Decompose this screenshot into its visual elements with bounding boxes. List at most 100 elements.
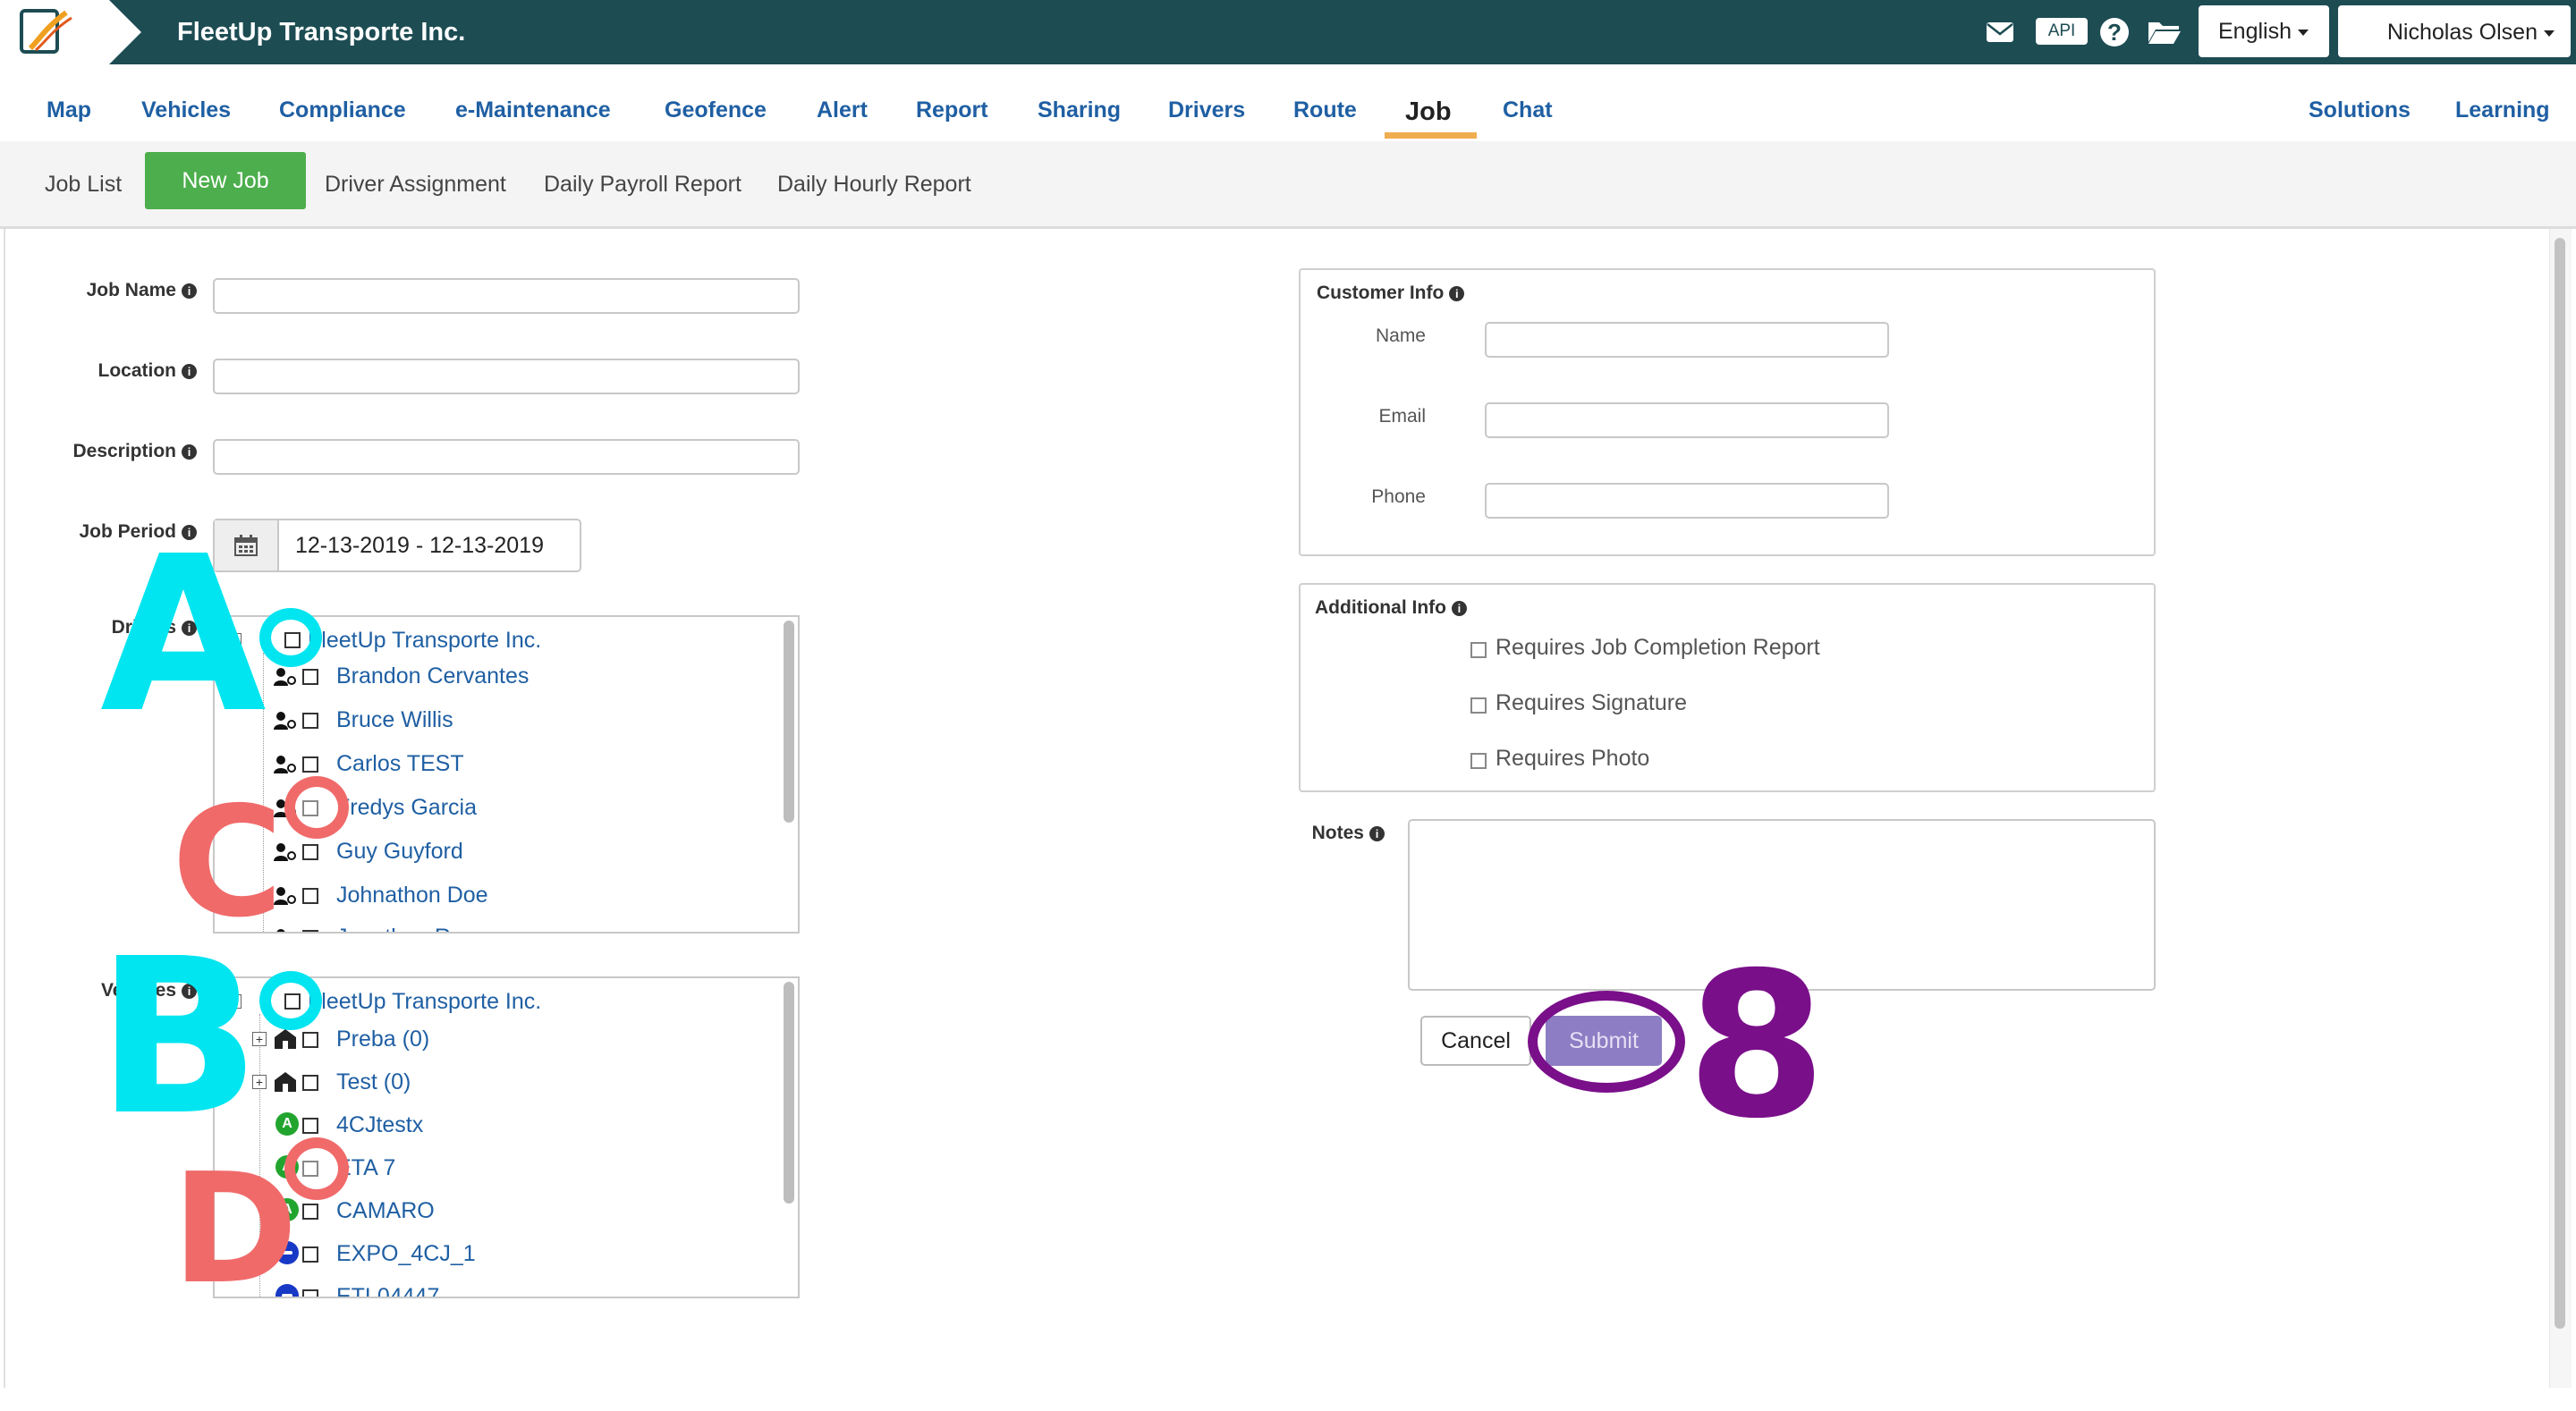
job-name-input[interactable] [213, 278, 800, 314]
vehicle-group-name[interactable]: Test (0) [336, 1062, 411, 1102]
annotation-ring-a [259, 608, 322, 667]
drivers-root-label[interactable]: FleetUp Transporte Inc. [308, 621, 541, 660]
annotation-letter-a: A [100, 510, 267, 760]
vehicle-checkbox[interactable] [302, 1204, 318, 1220]
driver-checkbox[interactable] [302, 888, 318, 904]
envelope-icon[interactable] [1982, 13, 2018, 52]
vehicle-checkbox[interactable] [302, 1246, 318, 1263]
vehicles-root-label[interactable]: FleetUp Transporte Inc. [308, 982, 541, 1021]
additional-info-title: Additional Info i [1315, 597, 1467, 619]
nav-e-maintenance[interactable]: e-Maintenance [455, 64, 611, 141]
completion-report-checkbox[interactable] [1470, 642, 1487, 658]
driver-name[interactable]: Bruce Willis [336, 700, 453, 739]
job-name-label: Job Name i [36, 280, 197, 301]
vehicle-name[interactable]: CAMARO [336, 1191, 435, 1230]
customer-email-label: Email [1378, 406, 1426, 427]
vehicle-group-name[interactable]: Preba (0) [336, 1019, 429, 1059]
vehicle-checkbox[interactable] [302, 1118, 318, 1134]
cancel-button[interactable]: Cancel [1420, 1016, 1531, 1066]
vehicle-name[interactable]: EXPO_4CJ_1 [336, 1234, 476, 1273]
subnav-daily-payroll-report[interactable]: Daily Payroll Report [544, 141, 741, 226]
job-period-picker[interactable]: 12-13-2019 - 12-13-2019 [213, 519, 581, 572]
chevron-down-icon [2544, 30, 2555, 37]
driver-person-icon [274, 668, 296, 686]
nav-alert[interactable]: Alert [817, 64, 868, 141]
driver-name[interactable]: Fredys Garcia [336, 788, 477, 827]
nav-learning[interactable]: Learning [2455, 64, 2550, 141]
user-name: Nicholas Olsen [2386, 20, 2538, 45]
user-menu[interactable]: Nicholas Olsen [2338, 5, 2571, 57]
language-dropdown[interactable]: English [2199, 5, 2329, 57]
nav-job[interactable]: Job [1405, 64, 1452, 141]
info-icon: i [1451, 601, 1467, 616]
subnav-daily-hourly-report[interactable]: Daily Hourly Report [777, 141, 971, 226]
vehicle-name[interactable]: 4CJtestx [336, 1105, 423, 1145]
subnav-driver-assignment[interactable]: Driver Assignment [325, 141, 506, 226]
folder-icon[interactable] [2145, 13, 2184, 52]
customer-email-input[interactable] [1485, 402, 1889, 438]
customer-info-title-text: Customer Info [1317, 283, 1445, 303]
driver-row[interactable]: Jonathan Romero [215, 917, 769, 932]
customer-name-input[interactable] [1485, 322, 1889, 358]
signature-label[interactable]: Requires Signature [1496, 690, 1687, 716]
job-name-label-text: Job Name [86, 280, 176, 300]
vehicles-tree-scrollbar[interactable] [784, 982, 794, 1204]
drivers-tree-scrollbar[interactable] [784, 621, 794, 823]
page-scrollbar-thumb[interactable] [2555, 238, 2565, 1329]
location-label-text: Location [97, 360, 177, 381]
location-label: Location i [36, 360, 197, 382]
vehicle-group-row[interactable]: + Test (0) [215, 1062, 769, 1102]
nav-vehicles[interactable]: Vehicles [141, 64, 231, 141]
driver-checkbox[interactable] [302, 930, 318, 932]
info-icon: i [182, 444, 197, 460]
driver-row[interactable]: Guy Guyford [215, 832, 769, 871]
annotation-step-number: 8 [1687, 929, 1826, 1162]
nav-route[interactable]: Route [1293, 64, 1357, 141]
vehicle-name[interactable]: ETL04447 [336, 1277, 439, 1297]
annotation-letter-d: D [172, 1141, 299, 1318]
annotation-ring-submit [1528, 991, 1685, 1093]
nav-report[interactable]: Report [916, 64, 988, 141]
nav-compliance[interactable]: Compliance [279, 64, 406, 141]
info-icon: i [1449, 286, 1465, 301]
vehicle-row[interactable]: A 4CJtestx [215, 1105, 769, 1145]
customer-phone-label: Phone [1371, 486, 1426, 507]
driver-checkbox[interactable] [302, 713, 318, 729]
nav-sharing[interactable]: Sharing [1038, 64, 1121, 141]
driver-row[interactable]: Carlos TEST [215, 744, 769, 783]
api-badge[interactable]: API [2036, 18, 2088, 45]
subnav-new-job[interactable]: New Job [145, 152, 306, 209]
vehicle-group-checkbox[interactable] [302, 1075, 318, 1091]
driver-row[interactable]: Johnathon Doe [215, 875, 769, 915]
description-input[interactable] [213, 439, 800, 475]
driver-checkbox[interactable] [302, 669, 318, 685]
driver-name[interactable]: Brandon Cervantes [336, 656, 529, 696]
nav-chat[interactable]: Chat [1503, 64, 1553, 141]
nav-drivers[interactable]: Drivers [1168, 64, 1245, 141]
location-input[interactable] [213, 359, 800, 394]
logo[interactable] [0, 0, 141, 64]
driver-name[interactable]: Jonathan Romero [336, 917, 514, 932]
vehicle-checkbox[interactable] [302, 1289, 318, 1297]
nav-map[interactable]: Map [47, 64, 91, 141]
vehicle-group-checkbox[interactable] [302, 1032, 318, 1048]
photo-label[interactable]: Requires Photo [1496, 746, 1649, 772]
nav-active-underline [1385, 132, 1477, 139]
driver-name[interactable]: Carlos TEST [336, 744, 464, 783]
signature-checkbox[interactable] [1470, 697, 1487, 714]
driver-name[interactable]: Johnathon Doe [336, 875, 488, 915]
fleetup-logo-icon [20, 9, 72, 54]
company-name: FleetUp Transporte Inc. [177, 18, 466, 46]
nav-solutions[interactable]: Solutions [2309, 64, 2411, 141]
help-icon[interactable]: ? [2097, 13, 2132, 52]
driver-row[interactable]: Bruce Willis [215, 700, 769, 739]
photo-checkbox[interactable] [1470, 753, 1487, 769]
subnav-job-list[interactable]: Job List [45, 141, 122, 226]
driver-name[interactable]: Guy Guyford [336, 832, 463, 871]
driver-checkbox[interactable] [302, 844, 318, 860]
nav-geofence[interactable]: Geofence [665, 64, 767, 141]
driver-checkbox[interactable] [302, 756, 318, 773]
customer-phone-input[interactable] [1485, 483, 1889, 519]
completion-report-label[interactable]: Requires Job Completion Report [1496, 635, 1820, 661]
driver-person-icon [274, 712, 296, 730]
